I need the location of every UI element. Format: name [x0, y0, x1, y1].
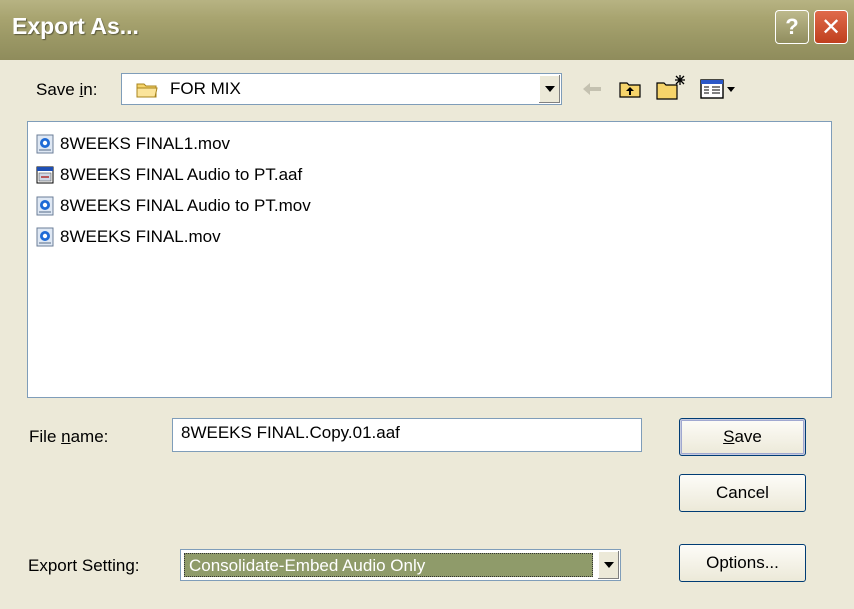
back-button[interactable] — [580, 78, 604, 100]
close-icon: ✕ — [820, 13, 842, 41]
list-item[interactable]: 8WEEKS FINAL1.mov — [36, 131, 230, 157]
view-menu-icon — [700, 79, 735, 99]
quicktime-file-icon — [36, 196, 54, 216]
list-item[interactable]: 8WEEKS FINAL Audio to PT.aaf — [36, 162, 302, 188]
file-name: 8WEEKS FINAL1.mov — [60, 134, 231, 153]
window-title: Export As... — [12, 13, 139, 39]
folder-icon — [136, 83, 158, 98]
quicktime-file-icon — [36, 134, 54, 154]
file-name: 8WEEKS FINAL Audio to PT.aaf — [60, 165, 303, 184]
export-setting-dropdown[interactable]: Consolidate-Embed Audio Only — [180, 549, 621, 581]
new-folder-button[interactable] — [654, 72, 688, 102]
file-name: 8WEEKS FINAL Audio to PT.mov — [60, 196, 311, 215]
title-bar[interactable]: Export As... ? ✕ — [0, 0, 854, 60]
save-in-value: FOR MIX — [170, 79, 241, 98]
new-folder-icon — [656, 75, 685, 100]
quicktime-file-icon — [36, 227, 54, 247]
save-button-label: Save — [723, 427, 762, 446]
save-in-dropdown-arrow[interactable] — [538, 75, 560, 103]
view-menu-button[interactable] — [698, 76, 738, 102]
list-item[interactable]: 8WEEKS FINAL Audio to PT.mov — [36, 193, 311, 219]
export-as-dialog: Export As... ? ✕ Save in: FOR MIX 8WEEKS… — [0, 0, 854, 609]
file-list[interactable]: 8WEEKS FINAL1.mov 8WEEKS FINAL Audio to … — [27, 121, 832, 398]
help-button[interactable]: ? — [775, 10, 809, 44]
up-folder-icon — [619, 82, 641, 98]
options-button[interactable]: Options... — [679, 544, 806, 582]
save-in-label: Save in: — [36, 80, 98, 99]
chevron-down-icon — [603, 562, 614, 568]
up-folder-button[interactable] — [616, 76, 644, 102]
file-name-field[interactable]: 8WEEKS FINAL.Copy.01.aaf — [172, 418, 642, 452]
close-button[interactable]: ✕ — [814, 10, 848, 44]
options-button-label: Options... — [706, 553, 779, 572]
save-button[interactable]: Save — [679, 418, 806, 456]
file-name: 8WEEKS FINAL.mov — [60, 227, 221, 246]
export-setting-value: Consolidate-Embed Audio Only — [189, 556, 426, 575]
export-setting-selection: Consolidate-Embed Audio Only — [184, 553, 593, 577]
export-setting-dropdown-arrow[interactable] — [597, 551, 619, 579]
save-in-dropdown[interactable]: FOR MIX — [121, 73, 562, 105]
export-setting-label: Export Setting: — [28, 556, 140, 575]
list-item[interactable]: 8WEEKS FINAL.mov — [36, 224, 221, 250]
help-icon: ? — [785, 14, 799, 39]
aaf-file-icon — [36, 165, 54, 185]
back-arrow-icon — [583, 83, 601, 95]
chevron-down-icon — [544, 86, 555, 92]
file-name-label: File name: — [29, 427, 109, 446]
cancel-button-label: Cancel — [716, 483, 769, 502]
cancel-button[interactable]: Cancel — [679, 474, 806, 512]
